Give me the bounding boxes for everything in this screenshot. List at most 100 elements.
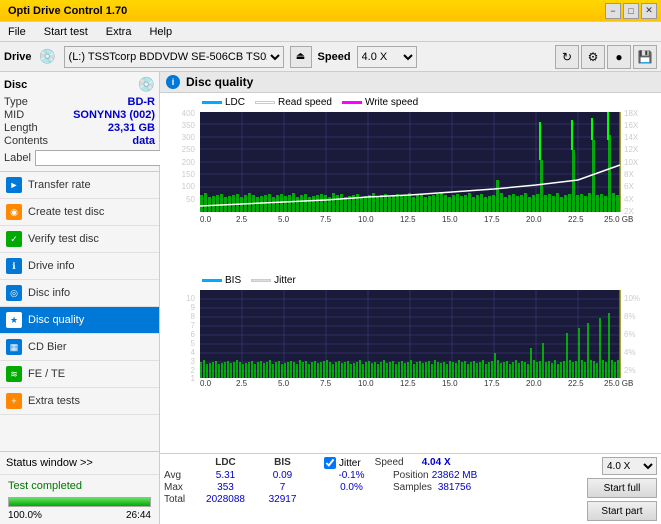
svg-text:9: 9 [191,303,196,312]
nav-label-disc-info: Disc info [28,287,70,299]
eject-button[interactable]: ⏏ [290,46,312,68]
nav-item-cd-bier[interactable]: ▦ CD Bier [0,334,159,361]
svg-text:25.0 GB: 25.0 GB [604,215,633,224]
legend-ldc-label: LDC [225,97,245,108]
svg-text:18X: 18X [624,110,639,118]
svg-text:200: 200 [182,158,196,167]
bottom-chart-svg: 10 9 8 7 6 5 4 3 2 1 10% 8% 6% 4% 2% [162,288,652,388]
nav-item-extra-tests[interactable]: + Extra tests [0,388,159,415]
nav-item-disc-info[interactable]: ◎ Disc info [0,280,159,307]
jitter-color [251,279,271,282]
refresh-button[interactable]: ↻ [555,45,579,69]
start-part-button[interactable]: Start part [587,501,657,521]
disc-length-label: Length [4,122,38,134]
stats-header-row: LDC BIS Jitter Speed 4.04 X [164,457,583,469]
svg-text:0.0: 0.0 [200,215,212,224]
svg-text:7: 7 [191,321,196,330]
ldc-color [202,101,222,104]
bottom-chart-wrapper: BIS Jitter [162,273,659,449]
disc-section: Disc 💿 Type BD-R MID SONYNN3 (002) Lengt… [0,72,159,172]
inline-speed-select[interactable]: 4.0 X [602,457,657,475]
disc-mid-row: MID SONYNN3 (002) [4,109,155,121]
status-window-button[interactable]: Status window >> [0,452,159,475]
menu-file[interactable]: File [4,24,30,40]
svg-text:17.5: 17.5 [484,215,500,224]
titlebar: Opti Drive Control 1.70 − □ ✕ [0,0,661,22]
legend-read-label: Read speed [278,97,332,108]
legend-jitter-label: Jitter [274,275,296,286]
svg-text:400: 400 [182,110,196,118]
total-ldc: 2028088 [198,494,253,505]
legend-jitter: Jitter [251,275,296,286]
svg-text:16X: 16X [624,121,639,130]
jitter-checkbox[interactable] [324,457,336,469]
drive-select[interactable]: (L:) TSSTcorp BDDVDW SE-506CB TS02 [64,46,284,68]
close-button[interactable]: ✕ [641,3,657,19]
max-jitter: 0.0% [324,482,379,493]
svg-text:6%: 6% [624,330,636,339]
menu-start-test[interactable]: Start test [40,24,92,40]
read-color [255,101,275,104]
svg-text:10X: 10X [624,158,639,167]
nav-label-fe-te: FE / TE [28,368,65,380]
disc-title: Disc [4,79,27,91]
svg-text:150: 150 [182,170,196,179]
svg-text:8%: 8% [624,312,636,321]
nav-icon-create-test-disc: ◉ [6,204,22,220]
nav-item-drive-info[interactable]: ℹ Drive info [0,253,159,280]
nav-label-disc-quality: Disc quality [28,314,84,326]
svg-text:15.0: 15.0 [442,379,458,388]
speed-select[interactable]: 4.0 X [357,46,417,68]
svg-text:12X: 12X [624,145,639,154]
disc-label-input[interactable] [35,150,169,166]
nav-icon-extra-tests: + [6,393,22,409]
nav-icon-disc-quality: ★ [6,312,22,328]
disc-header-icon: 💿 [138,76,155,93]
disc-label-key: Label [4,152,31,164]
progress-percent: 100.0% [8,510,42,521]
svg-text:22.5: 22.5 [568,215,584,224]
bis-color [202,279,222,282]
disc-mid-value: SONYNN3 (002) [73,109,155,121]
save-button[interactable]: 💾 [633,45,657,69]
nav-label-create-test-disc: Create test disc [28,206,104,218]
status-bottom: Status window >> Test completed 100.0% 2… [0,451,159,524]
window-controls: − □ ✕ [605,3,657,19]
max-label: Max [164,482,196,493]
menu-help[interactable]: Help [145,24,176,40]
disc-header: Disc 💿 [4,76,155,93]
stats-bis-header: BIS [255,457,310,469]
avg-label: Avg [164,470,196,481]
svg-text:2%: 2% [624,366,636,375]
nav-item-verify-test-disc[interactable]: ✓ Verify test disc [0,226,159,253]
app-title: Opti Drive Control 1.70 [8,5,127,17]
stats-table: LDC BIS Jitter Speed 4.04 X Avg 5.31 0.0… [164,457,583,506]
nav-item-create-test-disc[interactable]: ◉ Create test disc [0,199,159,226]
stats-area: LDC BIS Jitter Speed 4.04 X Avg 5.31 0.0… [160,453,661,524]
svg-text:10: 10 [186,294,195,303]
nav-icon-transfer-rate: ► [6,177,22,193]
nav-item-transfer-rate[interactable]: ► Transfer rate [0,172,159,199]
nav-icon-disc-info: ◎ [6,285,22,301]
nav-item-disc-quality[interactable]: ★ Disc quality [0,307,159,334]
max-ldc: 353 [198,482,253,493]
maximize-button[interactable]: □ [623,3,639,19]
settings-button[interactable]: ⚙ [581,45,605,69]
svg-text:5.0: 5.0 [278,215,290,224]
svg-text:5: 5 [191,339,196,348]
total-bis: 32917 [255,494,310,505]
chart-header: i Disc quality [160,72,661,93]
position-value: 23862 MB [427,470,482,481]
svg-text:0.0: 0.0 [200,379,212,388]
menu-extra[interactable]: Extra [102,24,136,40]
svg-text:10.0: 10.0 [358,215,374,224]
start-full-button[interactable]: Start full [587,478,657,498]
svg-text:6X: 6X [624,182,634,191]
bottom-chart-legend: BIS Jitter [162,273,659,288]
svg-text:25.0 GB: 25.0 GB [604,379,633,388]
burn-button[interactable]: ● [607,45,631,69]
nav-item-fe-te[interactable]: ≋ FE / TE [0,361,159,388]
avg-jitter: -0.1% [324,470,379,481]
minimize-button[interactable]: − [605,3,621,19]
stats-total-row: Total 2028088 32917 [164,494,583,505]
